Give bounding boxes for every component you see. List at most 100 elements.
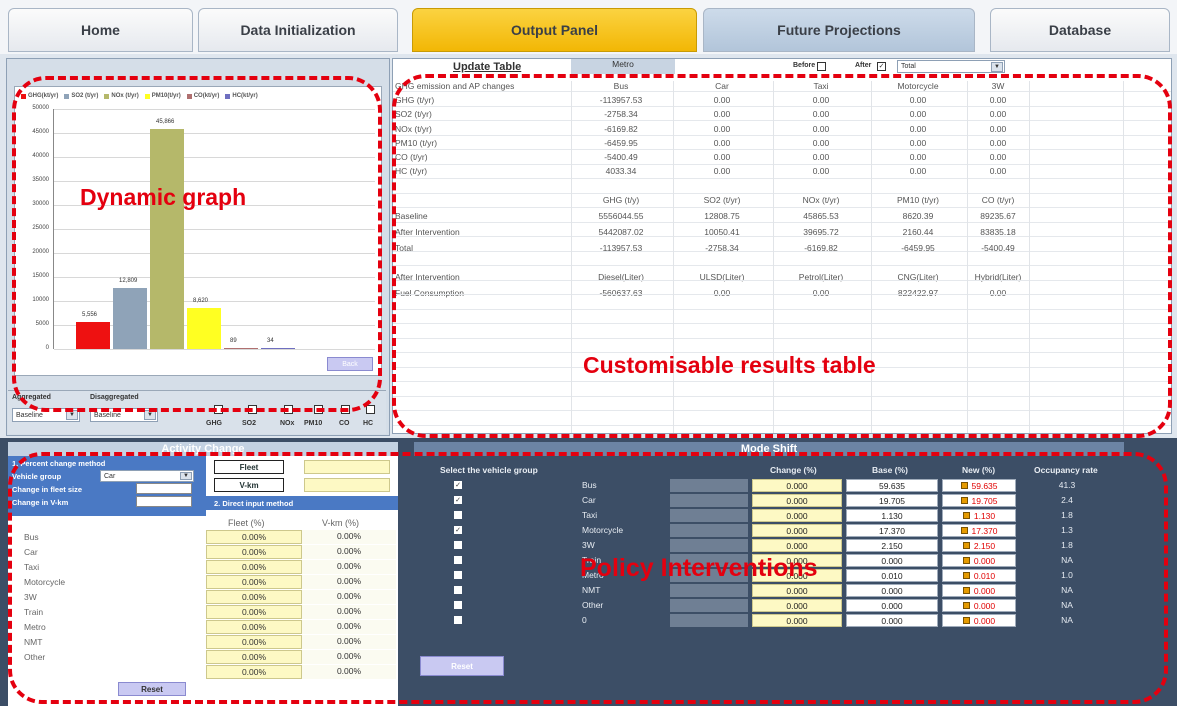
tab-output-panel[interactable]: Output Panel xyxy=(412,8,697,52)
table-row-line xyxy=(393,134,1171,136)
legend-swatch xyxy=(225,93,231,99)
vkm-percent-input[interactable]: 0.00% xyxy=(302,530,396,544)
vehicle-select-checkbox[interactable] xyxy=(454,601,462,609)
change-slider[interactable] xyxy=(670,494,748,507)
mode-selector[interactable]: Metro xyxy=(571,59,675,74)
fleet-size-stepper[interactable] xyxy=(136,483,192,494)
fleet-percent-input[interactable]: 0.00% xyxy=(206,650,302,664)
table1-header-cell: Taxi xyxy=(813,81,829,91)
vehicle-name: Bus xyxy=(582,480,597,490)
fleet-percent-input[interactable]: 0.00% xyxy=(206,560,302,574)
tab-home[interactable]: Home xyxy=(8,8,193,52)
vehicle-select-checkbox[interactable] xyxy=(454,571,462,579)
fleet-percent-input[interactable]: 0.00% xyxy=(206,575,302,589)
y-tick-label: 25000 xyxy=(32,225,49,231)
update-table-button[interactable]: Update Table xyxy=(453,61,521,73)
vkm-percent-input[interactable]: 0.00% xyxy=(302,605,396,619)
change-percent-input[interactable]: 0.000 xyxy=(752,509,842,522)
new-percent-text: 0.000 xyxy=(973,600,996,611)
table-row-line xyxy=(393,308,1171,310)
vehicle-select-checkbox[interactable] xyxy=(454,556,462,564)
change-percent-input[interactable]: 0.000 xyxy=(752,584,842,597)
fleet-percent-input[interactable]: 0.00% xyxy=(206,545,302,559)
tab-future-projections[interactable]: Future Projections xyxy=(703,8,975,52)
disaggregated-dropdown-value: Baseline xyxy=(94,411,121,419)
checkbox-nox[interactable] xyxy=(284,405,293,414)
vehicle-select-checkbox[interactable] xyxy=(454,541,462,549)
vehicle-select-checkbox[interactable]: ✓ xyxy=(454,496,462,504)
vehicle-select-checkbox[interactable]: ✓ xyxy=(454,526,462,534)
table1-header-cell: GHG emission and AP changes xyxy=(395,81,515,91)
vehicle-select-checkbox[interactable] xyxy=(454,511,462,519)
fleet-col-header: Fleet (%) xyxy=(228,518,265,528)
change-slider[interactable] xyxy=(670,539,748,552)
table-row-line xyxy=(393,192,1171,194)
change-percent-input[interactable]: 0.000 xyxy=(752,494,842,507)
fleet-percent-input[interactable]: 0.00% xyxy=(206,620,302,634)
change-slider[interactable] xyxy=(670,524,748,537)
vehicle-group-dropdown[interactable]: Car ▼ xyxy=(100,470,194,482)
aggregated-dropdown[interactable]: Baseline ▼ xyxy=(12,408,80,422)
table-row-line xyxy=(393,381,1171,382)
vkm-input[interactable] xyxy=(304,478,390,492)
vkm-button[interactable]: V-km xyxy=(214,478,284,492)
tab-data-initialization[interactable]: Data Initialization xyxy=(198,8,398,52)
change-slider[interactable] xyxy=(670,509,748,522)
graph-back-button[interactable]: Back xyxy=(327,357,373,371)
fleet-input[interactable] xyxy=(304,460,390,474)
fleet-button[interactable]: Fleet xyxy=(214,460,284,474)
change-slider[interactable] xyxy=(670,584,748,597)
vkm-percent-input[interactable]: 0.00% xyxy=(302,635,396,649)
new-percent-text: 0.000 xyxy=(973,585,996,596)
change-slider[interactable] xyxy=(670,614,748,627)
vkm-percent-input[interactable]: 0.00% xyxy=(302,545,396,559)
chevron-down-icon[interactable]: ▼ xyxy=(66,410,78,420)
vkm-percent-input[interactable]: 0.00% xyxy=(302,665,396,679)
table1-row-cell: 0.00 xyxy=(909,95,927,106)
change-percent-input[interactable]: 0.000 xyxy=(752,524,842,537)
fleet-percent-input[interactable]: 0.00% xyxy=(206,590,302,604)
table1-row-cell: NOx (t/yr) xyxy=(395,123,432,134)
y-tick-label: 45000 xyxy=(32,129,49,135)
fleet-percent-input[interactable]: 0.00% xyxy=(206,665,302,679)
vehicle-select-checkbox[interactable] xyxy=(454,616,462,624)
change-percent-input[interactable]: 0.000 xyxy=(752,614,842,627)
checkbox-ghg[interactable] xyxy=(214,405,223,414)
fleet-percent-input[interactable]: 0.00% xyxy=(206,530,302,544)
change-percent-input[interactable]: 0.000 xyxy=(752,479,842,492)
chevron-down-icon[interactable]: ▼ xyxy=(180,472,192,480)
fleet-percent-input[interactable]: 0.00% xyxy=(206,605,302,619)
vkm-percent-input[interactable]: 0.00% xyxy=(302,620,396,634)
disaggregated-dropdown[interactable]: Baseline ▼ xyxy=(90,408,158,422)
new-percent-value: 19.705 xyxy=(942,494,1016,507)
activity-reset-button[interactable]: Reset xyxy=(118,682,186,696)
after-checkbox[interactable]: ✓ xyxy=(877,62,886,71)
change-percent-input[interactable]: 0.000 xyxy=(752,599,842,612)
chevron-down-icon[interactable]: ▼ xyxy=(991,62,1003,72)
change-percent-input[interactable]: 0.000 xyxy=(752,539,842,552)
change-slider[interactable] xyxy=(670,599,748,612)
tab-database[interactable]: Database xyxy=(990,8,1170,52)
checkbox-pm10[interactable] xyxy=(314,405,323,414)
vkm-percent-input[interactable]: 0.00% xyxy=(302,590,396,604)
change-slider[interactable] xyxy=(670,479,748,492)
before-checkbox[interactable] xyxy=(817,62,826,71)
vkm-stepper[interactable] xyxy=(136,496,192,507)
vehicle-select-checkbox[interactable] xyxy=(454,586,462,594)
legend-item: CO(kt/yr) xyxy=(186,93,220,99)
vkm-percent-input[interactable]: 0.00% xyxy=(302,650,396,664)
checkbox-so2[interactable] xyxy=(248,405,257,414)
chevron-down-icon[interactable]: ▼ xyxy=(144,410,156,420)
fleet-percent-input[interactable]: 0.00% xyxy=(206,635,302,649)
bar-so2 xyxy=(113,287,147,349)
table1-row-cell: 4033.34 xyxy=(605,166,637,177)
vkm-percent-input[interactable]: 0.00% xyxy=(302,575,396,589)
table-col-line xyxy=(773,81,774,433)
legend-label: CO(kt/yr) xyxy=(193,93,220,99)
mode-reset-button[interactable]: Reset xyxy=(420,656,504,676)
total-dropdown[interactable]: Total ▼ xyxy=(897,60,1005,73)
checkbox-co[interactable] xyxy=(341,405,350,414)
checkbox-hc[interactable] xyxy=(366,405,375,414)
vehicle-select-checkbox[interactable]: ✓ xyxy=(454,481,462,489)
vkm-percent-input[interactable]: 0.00% xyxy=(302,560,396,574)
